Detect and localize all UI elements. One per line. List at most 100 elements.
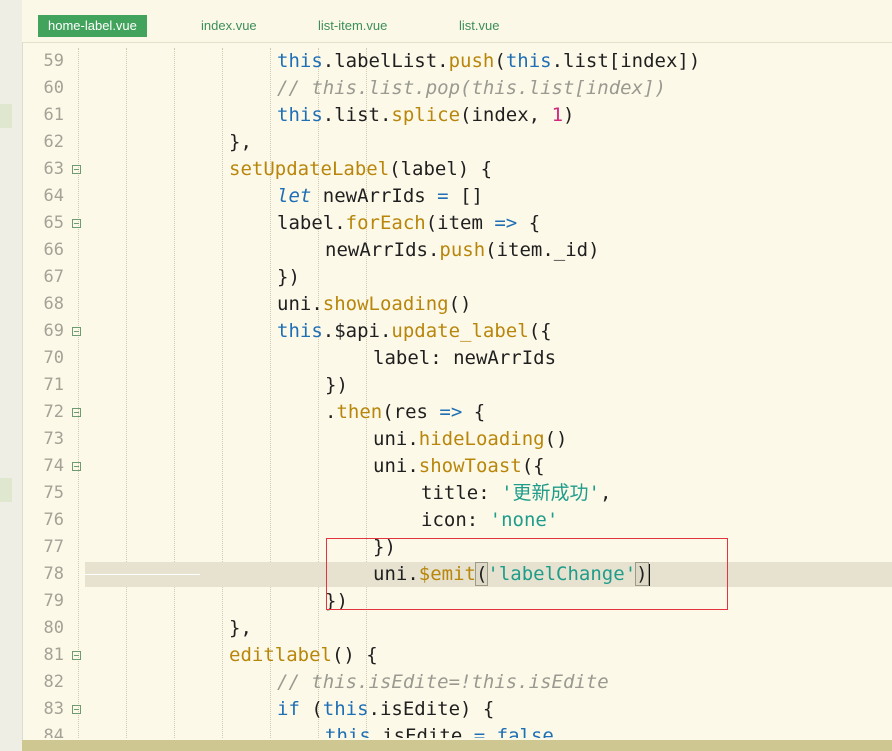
fold-toggle-icon[interactable] — [72, 165, 81, 174]
code-text: icon: 'none' — [421, 507, 558, 534]
code-text: title: '更新成功', — [421, 480, 611, 507]
code-line[interactable]: 72 .then(res => { — [22, 399, 892, 426]
code-token: // this.isEdite=!this.isEdite — [277, 671, 609, 693]
code-text: }) — [373, 534, 396, 561]
code-line[interactable]: 73 uni.hideLoading() — [22, 426, 892, 453]
code-token: , — [599, 482, 612, 504]
code-line[interactable]: 75 title: '更新成功', — [22, 480, 892, 507]
line-number: 79 — [43, 591, 64, 611]
tab-home-label-vue[interactable]: home-label.vue — [38, 15, 147, 37]
code-token: // this.list.pop(this.list[index]) — [277, 77, 666, 99]
code-text: uni.showToast({ — [373, 453, 545, 480]
code-line[interactable]: 77}) — [22, 534, 892, 561]
code-token: . — [325, 401, 337, 423]
code-line[interactable]: 68 uni.showLoading() — [22, 291, 892, 318]
code-line[interactable]: 80}, — [22, 615, 892, 642]
line-number: 74 — [43, 456, 64, 476]
fold-toggle-icon[interactable] — [72, 705, 81, 714]
code-line[interactable]: 64 let newArrIds = [] — [22, 183, 892, 210]
line-number: 81 — [43, 645, 64, 665]
code-token: ) — [563, 104, 575, 126]
line-number: 65 — [43, 213, 64, 233]
code-token: () { — [331, 644, 378, 666]
code-token: push — [439, 239, 486, 261]
code-token: }) — [373, 536, 396, 558]
code-token: if — [277, 698, 300, 720]
tab-list-vue[interactable]: list.vue — [459, 15, 499, 37]
horizontal-scrollbar[interactable] — [22, 740, 892, 751]
code-line[interactable]: 61 this.list.splice(index, 1) — [22, 102, 892, 129]
fold-toggle-icon[interactable] — [72, 327, 81, 336]
code-token: }) — [325, 374, 348, 396]
line-number: 82 — [43, 672, 64, 692]
code-line[interactable]: 71}) — [22, 372, 892, 399]
code-token: this — [322, 698, 369, 720]
code-editor[interactable]: 59 this.labelList.push(this.list[index]) 6… — [22, 48, 892, 738]
code-line[interactable]: 70 label: newArrIds — [22, 345, 892, 372]
code-line[interactable]: 60 // this.list.pop(this.list[index]) — [22, 75, 892, 102]
code-line[interactable]: 65 label.forEach(item => { — [22, 210, 892, 237]
code-token: => — [494, 212, 518, 234]
line-number: 77 — [43, 537, 64, 557]
code-line[interactable]: 78 uni.$emit('labelChange') — [22, 561, 892, 588]
code-token: '更新成功' — [501, 482, 600, 504]
code-token: .$api. — [322, 320, 392, 342]
code-text: this.list.splice(index, 1) — [277, 102, 574, 129]
code-text: let newArrIds = [] — [277, 183, 483, 210]
code-line[interactable]: 81 editlabel() { — [22, 642, 892, 669]
line-number: 60 — [43, 78, 64, 98]
tab-list-item-vue[interactable]: list-item.vue — [318, 15, 387, 37]
tab-index-vue[interactable]: index.vue — [201, 15, 257, 37]
code-line[interactable]: 59 this.labelList.push(this.list[index]) — [22, 48, 892, 75]
code-line[interactable]: 79}) — [22, 588, 892, 615]
code-line[interactable]: 82 // this.isEdite=!this.isEdite — [22, 669, 892, 696]
code-token: this — [277, 50, 323, 72]
code-token: ( — [494, 50, 506, 72]
code-line[interactable]: 66 newArrIds.push(item._id) — [22, 237, 892, 264]
code-line[interactable]: 69 this.$api.update_label({ — [22, 318, 892, 345]
code-token: setUpdateLabel — [229, 158, 390, 180]
code-line[interactable]: 84 this.isEdite = false — [22, 723, 892, 738]
code-token: }) — [277, 266, 300, 288]
code-token: this — [277, 104, 323, 126]
line-number: 75 — [43, 483, 64, 503]
code-line[interactable]: 74 uni.showToast({ — [22, 453, 892, 480]
code-token: then — [336, 401, 383, 423]
code-token: = — [473, 725, 486, 738]
code-text: this.$api.update_label({ — [277, 318, 552, 345]
code-token: title: — [421, 482, 502, 504]
text-cursor — [647, 563, 650, 586]
line-number: 66 — [43, 240, 64, 260]
line-number: 72 — [43, 402, 64, 422]
code-text: editlabel() { — [229, 642, 378, 669]
code-text: label: newArrIds — [373, 345, 556, 372]
code-token: }, — [229, 131, 252, 153]
code-token: .list[index]) — [551, 50, 701, 72]
code-text: }, — [229, 129, 252, 156]
strip-change-marker — [0, 104, 12, 128]
code-token: push — [448, 50, 495, 72]
fold-toggle-icon[interactable] — [72, 651, 81, 660]
code-token: }, — [229, 617, 252, 639]
fold-toggle-icon[interactable] — [72, 219, 81, 228]
line-number: 68 — [43, 294, 64, 314]
code-line[interactable]: 83 if (this.isEdite) { — [22, 696, 892, 723]
code-line[interactable]: 67}) — [22, 264, 892, 291]
line-number: 64 — [43, 186, 64, 206]
code-text: }) — [277, 264, 300, 291]
code-token: uni. — [373, 455, 419, 477]
code-line[interactable]: 63 setUpdateLabel(label) { — [22, 156, 892, 183]
code-token: (item — [425, 212, 495, 234]
code-line[interactable]: 62}, — [22, 129, 892, 156]
code-text: // this.list.pop(this.list[index]) — [277, 75, 666, 102]
code-text: uni.$emit('labelChange') — [373, 561, 650, 588]
fold-toggle-icon[interactable] — [72, 408, 81, 417]
code-token: this — [277, 320, 323, 342]
code-line[interactable]: 76 icon: 'none' — [22, 507, 892, 534]
code-token: (item._id) — [485, 239, 600, 261]
fold-toggle-icon[interactable] — [72, 462, 81, 471]
code-token: $emit — [418, 563, 476, 585]
code-token: forEach — [345, 212, 426, 234]
code-text: }, — [229, 615, 252, 642]
